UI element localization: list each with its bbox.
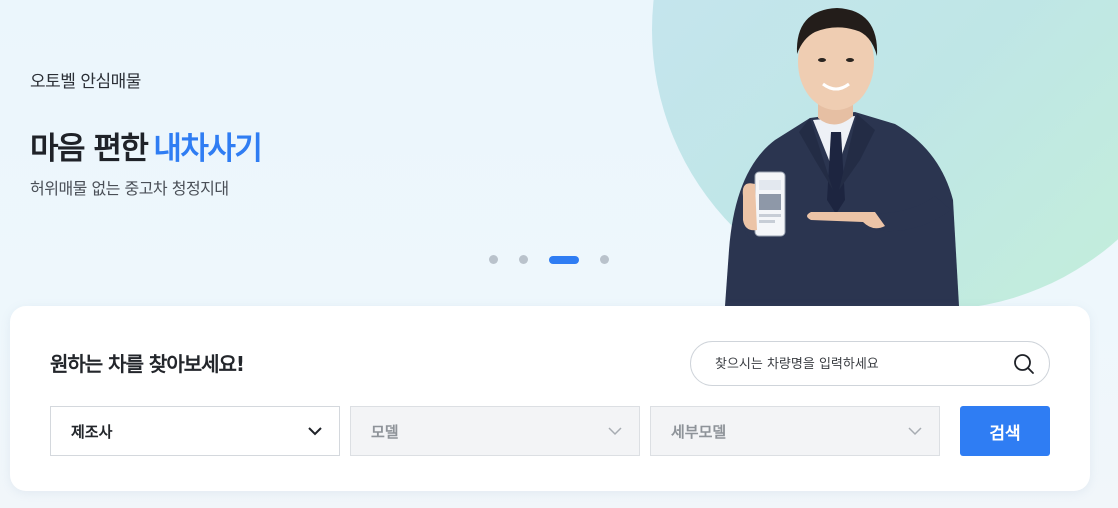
hero-headline: 마음 편한 내차사기 xyxy=(30,123,263,168)
hero-banner: 오토벨 안심매물 마음 편한 내차사기 허위매물 없는 중고차 청정지대 xyxy=(0,0,1118,310)
search-panel: 원하는 차를 찾아보세요! 제조사 모델 세부모델 검색 xyxy=(10,306,1090,491)
model-select[interactable]: 모델 xyxy=(350,406,640,456)
vehicle-search-box xyxy=(690,341,1050,386)
detail-model-select[interactable]: 세부모델 xyxy=(650,406,940,456)
vehicle-search-input[interactable] xyxy=(715,353,995,375)
model-select-label: 모델 xyxy=(371,422,399,441)
search-panel-title: 원하는 차를 찾아보세요! xyxy=(50,352,245,376)
chevron-down-icon xyxy=(608,427,622,436)
search-button[interactable]: 검색 xyxy=(960,406,1050,456)
carousel-dot-4[interactable] xyxy=(600,255,609,264)
carousel-dot-3[interactable] xyxy=(549,255,579,264)
carousel-pagination xyxy=(489,255,630,264)
hero-headline-accent: 내차사기 xyxy=(153,131,263,167)
hero-eyebrow: 오토벨 안심매물 xyxy=(30,72,141,92)
hero-subline: 허위매물 없는 중고차 청정지대 xyxy=(30,179,229,198)
carousel-dot-1[interactable] xyxy=(489,255,498,264)
chevron-down-icon xyxy=(908,427,922,436)
spokesperson-image xyxy=(725,8,959,306)
manufacturer-select-label: 제조사 xyxy=(71,422,113,441)
carousel-dot-2[interactable] xyxy=(519,255,528,264)
hero-headline-main: 마음 편한 xyxy=(30,131,149,167)
manufacturer-select[interactable]: 제조사 xyxy=(50,406,340,456)
search-icon[interactable] xyxy=(1013,353,1035,375)
detail-model-select-label: 세부모델 xyxy=(671,422,727,441)
chevron-down-icon xyxy=(308,427,322,436)
